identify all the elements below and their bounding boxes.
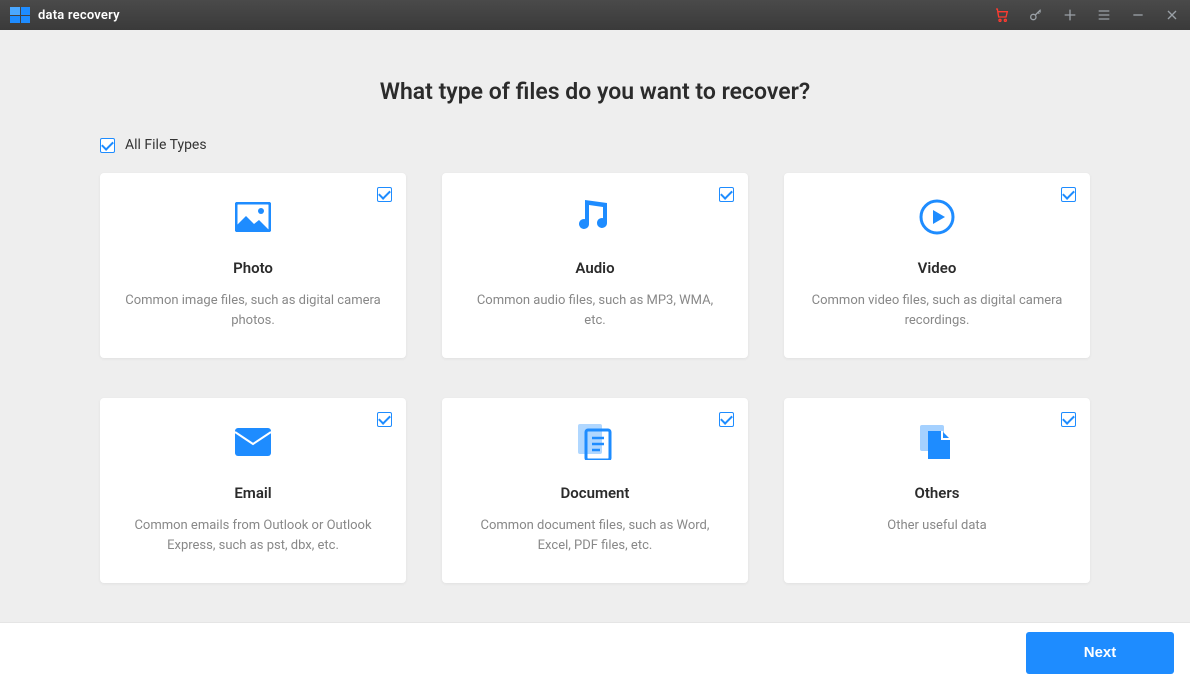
document-icon xyxy=(578,418,612,466)
close-icon[interactable] xyxy=(1164,7,1180,23)
card-photo-checkbox[interactable] xyxy=(377,187,392,202)
next-button[interactable]: Next xyxy=(1026,632,1174,674)
card-video-checkbox[interactable] xyxy=(1061,187,1076,202)
card-video[interactable]: Video Common video files, such as digita… xyxy=(784,173,1090,358)
card-title: Photo xyxy=(233,259,273,277)
card-photo[interactable]: Photo Common image files, such as digita… xyxy=(100,173,406,358)
card-email[interactable]: Email Common emails from Outlook or Outl… xyxy=(100,398,406,583)
card-email-checkbox[interactable] xyxy=(377,412,392,427)
page-heading: What type of files do you want to recove… xyxy=(100,78,1090,105)
card-desc: Common emails from Outlook or Outlook Ex… xyxy=(124,516,382,555)
card-desc: Common document files, such as Word, Exc… xyxy=(466,516,724,555)
bottom-bar: Next xyxy=(0,622,1190,682)
all-file-types-row[interactable]: All File Types xyxy=(100,137,1090,153)
title-bar: data recovery xyxy=(0,0,1190,30)
key-icon[interactable] xyxy=(1028,7,1044,23)
video-icon xyxy=(919,193,955,241)
card-audio-checkbox[interactable] xyxy=(719,187,734,202)
all-file-types-checkbox[interactable] xyxy=(100,138,115,153)
minimize-icon[interactable] xyxy=(1130,7,1146,23)
card-others[interactable]: Others Other useful data xyxy=(784,398,1090,583)
plus-icon[interactable] xyxy=(1062,7,1078,23)
card-document[interactable]: Document Common document files, such as … xyxy=(442,398,748,583)
menu-icon[interactable] xyxy=(1096,7,1112,23)
audio-icon xyxy=(579,193,611,241)
card-desc: Common audio files, such as MP3, WMA, et… xyxy=(466,291,724,330)
card-title: Video xyxy=(918,259,957,277)
photo-icon xyxy=(235,193,271,241)
all-file-types-label: All File Types xyxy=(125,137,207,153)
app-title: data recovery xyxy=(38,8,120,23)
card-desc: Common video files, such as digital came… xyxy=(808,291,1066,330)
card-title: Audio xyxy=(575,259,614,277)
card-desc: Other useful data xyxy=(887,516,986,536)
others-icon xyxy=(920,418,954,466)
app-logo-icon xyxy=(10,7,30,23)
card-title: Email xyxy=(234,484,271,502)
card-title: Document xyxy=(561,484,630,502)
card-others-checkbox[interactable] xyxy=(1061,412,1076,427)
card-audio[interactable]: Audio Common audio files, such as MP3, W… xyxy=(442,173,748,358)
main-content: What type of files do you want to recove… xyxy=(0,30,1190,622)
card-title: Others xyxy=(915,484,960,502)
card-desc: Common image files, such as digital came… xyxy=(124,291,382,330)
email-icon xyxy=(235,418,271,466)
card-document-checkbox[interactable] xyxy=(719,412,734,427)
cart-icon[interactable] xyxy=(994,7,1010,23)
